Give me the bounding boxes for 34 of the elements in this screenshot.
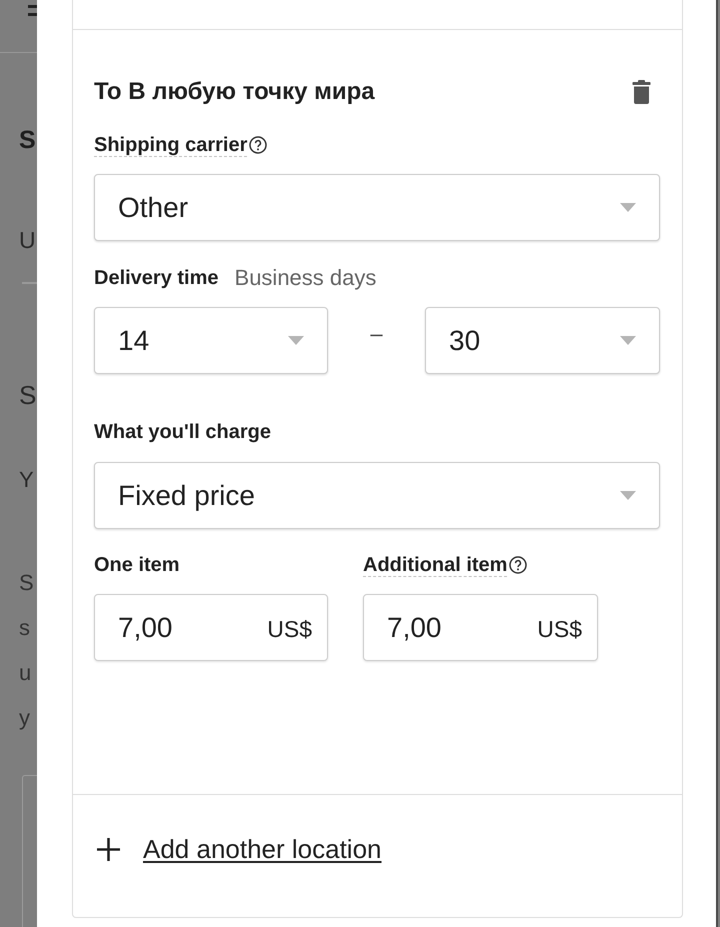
caret-icon — [620, 203, 636, 212]
caret-icon — [620, 336, 636, 345]
range-separator: – — [370, 322, 383, 346]
caret-icon — [620, 491, 636, 500]
caret-icon — [288, 336, 304, 345]
section-title: S — [18, 379, 37, 412]
body-text: y — [18, 704, 31, 732]
plus-icon[interactable] — [96, 836, 121, 862]
field-label: One item — [94, 554, 180, 576]
page-heading: S — [18, 125, 37, 155]
section-subtitle: Y — [18, 466, 35, 494]
price-input[interactable]: 7,00 US$ — [94, 594, 328, 661]
field-label: Delivery time — [94, 267, 219, 289]
currency-unit: US$ — [267, 616, 312, 643]
body-text: s — [18, 614, 31, 642]
min-days-select[interactable]: 14 — [94, 307, 328, 374]
help-icon[interactable] — [509, 556, 528, 574]
carrier-select[interactable]: Other — [94, 174, 660, 241]
trash-icon[interactable] — [632, 80, 651, 104]
field-hint: Business days — [234, 266, 376, 290]
field-label: Additional item — [363, 554, 508, 576]
body-text: u — [18, 659, 32, 687]
field-label: Shipping carrier — [94, 134, 248, 156]
location-title: To В любую точку мира — [94, 78, 375, 106]
body-text: S — [18, 569, 35, 597]
menu-icon — [28, 4, 37, 18]
currency-unit: US$ — [537, 616, 582, 643]
pricing-select[interactable]: Fixed price — [94, 462, 660, 529]
help-icon[interactable] — [249, 136, 268, 154]
tab-label: U — [18, 226, 37, 255]
price-input[interactable]: 7,00 US$ — [363, 594, 598, 661]
field-label: What you'll charge — [94, 421, 272, 443]
add-location-link[interactable]: Add another location — [143, 834, 382, 864]
max-days-select[interactable]: 30 — [425, 307, 660, 374]
